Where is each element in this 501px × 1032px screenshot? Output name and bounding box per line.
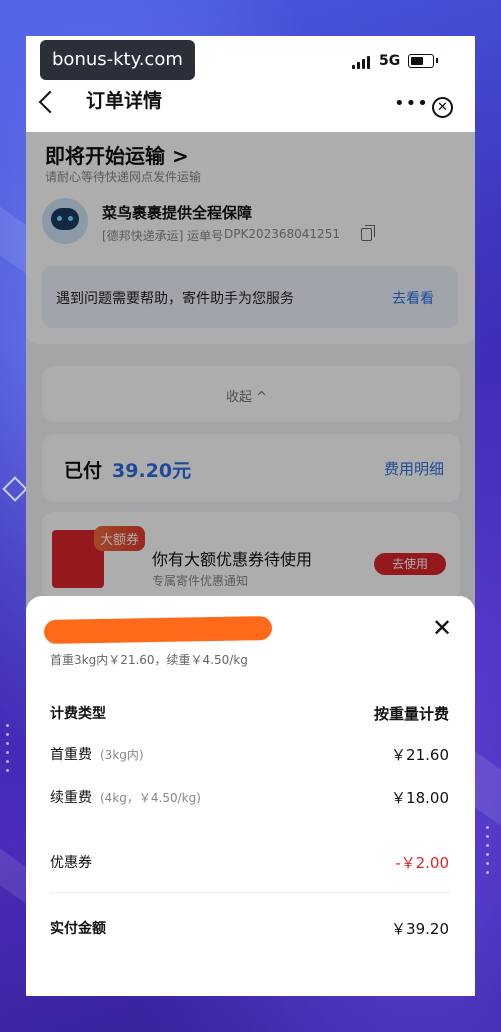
navbar: 订单详情 ••• ✕: [26, 76, 475, 132]
total-label: 实付金额: [50, 921, 106, 937]
redaction-scribble: [43, 616, 273, 644]
coupon-discount-value: -￥2.00: [395, 854, 449, 872]
total-value: ￥39.20: [391, 920, 449, 938]
dots-decoration: [486, 820, 501, 880]
fee-details-sheet: ✕ 首重3kg内￥21.60，续重￥4.50/kg 计费类型 按重量计费 首重费…: [26, 596, 475, 996]
fee-row-label: 优惠券: [50, 855, 92, 871]
divider: [50, 892, 450, 893]
fee-row-label: 首重费 (3kg内): [50, 747, 144, 763]
network-label: 5G: [379, 53, 401, 69]
fee-row-value: ￥18.00: [391, 789, 449, 807]
phone-screen: 5G 订单详情 ••• ✕ 即将开始运输 > 请耐心等待快递网点发件运输 菜鸟裹…: [26, 36, 475, 996]
sheet-close-icon[interactable]: ✕: [432, 616, 452, 640]
fee-type-label: 计费类型: [50, 706, 106, 722]
fee-summary: 首重3kg内￥21.60，续重￥4.50/kg: [50, 653, 248, 667]
watermark-badge: bonus-kty.com: [40, 40, 195, 80]
close-icon[interactable]: ✕: [432, 97, 453, 118]
battery-icon: [408, 54, 434, 68]
signal-icon: [352, 56, 372, 69]
back-icon[interactable]: [38, 90, 62, 114]
page-title: 订单详情: [86, 90, 163, 112]
fee-type-value: 按重量计费: [373, 705, 449, 723]
fee-row-label: 续重费 (4kg，￥4.50/kg): [50, 790, 201, 806]
dots-decoration: [6, 718, 26, 778]
more-icon[interactable]: •••: [394, 93, 429, 114]
fee-row-value: ￥21.60: [391, 746, 449, 764]
battery-tip: [436, 58, 438, 63]
